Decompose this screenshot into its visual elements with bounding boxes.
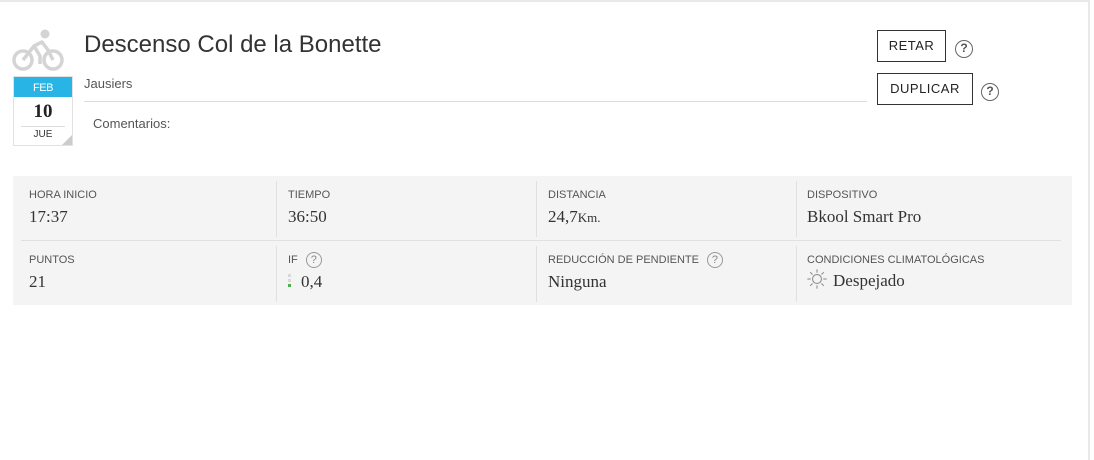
- if-level-segment: [288, 279, 291, 282]
- column-divider: [536, 181, 537, 237]
- stat-label: REDUCCIÓN DE PENDIENTE: [548, 253, 699, 266]
- stat-distance: DISTANCIA 24,7Km.: [548, 189, 606, 227]
- stat-label: DISPOSITIVO: [807, 189, 878, 201]
- column-divider: [276, 246, 277, 302]
- stat-value: Despejado: [833, 271, 905, 290]
- retar-button[interactable]: RETAR: [877, 30, 946, 62]
- duplicar-button[interactable]: DUPLICAR: [877, 73, 973, 105]
- date-calendar-badge: FEB 10 JUE: [13, 76, 73, 146]
- stat-time: TIEMPO 36:50: [288, 189, 330, 227]
- distance-unit: Km.: [577, 210, 601, 225]
- distance-value: 24,7: [548, 207, 578, 226]
- if-level-segment: [288, 274, 291, 277]
- calendar-day: 10: [33, 101, 53, 122]
- if-help-icon[interactable]: ?: [305, 252, 322, 268]
- column-divider: [796, 246, 797, 302]
- bike-icon: [12, 29, 64, 71]
- stat-start-time: HORA INICIO 17:37: [29, 189, 97, 227]
- stat-label: DISTANCIA: [548, 189, 606, 201]
- stat-label: IF: [288, 253, 298, 266]
- title-divider: [84, 101, 867, 102]
- stat-value: 21: [29, 272, 46, 291]
- stat-value: Ninguna: [548, 272, 607, 291]
- stats-panel: HORA INICIO 17:37 TIEMPO 36:50 DISTANCIA…: [13, 176, 1072, 305]
- calendar-divider: [21, 126, 65, 127]
- stat-device: DISPOSITIVO Bkool Smart Pro: [807, 189, 921, 227]
- calendar-month: FEB: [14, 77, 72, 97]
- stat-label: TIEMPO: [288, 189, 331, 201]
- stat-weather: CONDICIONES CLIMATOLÓGICAS Despejado: [807, 254, 984, 291]
- stat-label: CONDICIONES CLIMATOLÓGICAS: [807, 254, 985, 266]
- if-level-indicator: [288, 274, 291, 288]
- activity-card: FEB 10 JUE Descenso Col de la Bonette Ja…: [0, 0, 1090, 460]
- row-divider: [21, 240, 1061, 241]
- stat-if: IF? 0,4: [288, 252, 322, 292]
- slope-help-icon[interactable]: ?: [706, 252, 723, 268]
- activity-location: Jausiers: [84, 76, 133, 91]
- column-divider: [536, 246, 537, 302]
- activity-title[interactable]: Descenso Col de la Bonette: [84, 31, 382, 59]
- sun-icon: [807, 269, 827, 289]
- comments-label: Comentarios:: [93, 116, 171, 131]
- stat-value: 36:50: [288, 207, 327, 226]
- if-level-segment: [288, 284, 291, 287]
- duplicar-help-icon[interactable]: ?: [981, 83, 999, 101]
- stat-label: PUNTOS: [29, 254, 75, 266]
- retar-help-icon[interactable]: ?: [955, 40, 973, 58]
- column-divider: [276, 181, 277, 237]
- stat-value: 0,4: [301, 272, 323, 291]
- stat-slope-reduction: REDUCCIÓN DE PENDIENTE? Ninguna: [548, 252, 723, 292]
- stat-value: 24,7Km.: [548, 207, 606, 227]
- stat-label: HORA INICIO: [29, 189, 97, 201]
- column-divider: [796, 181, 797, 237]
- stat-value: 17:37: [29, 207, 68, 226]
- stat-value: Bkool Smart Pro: [807, 207, 922, 226]
- calendar-page-fold: [62, 135, 72, 145]
- stat-points: PUNTOS 21: [29, 254, 75, 292]
